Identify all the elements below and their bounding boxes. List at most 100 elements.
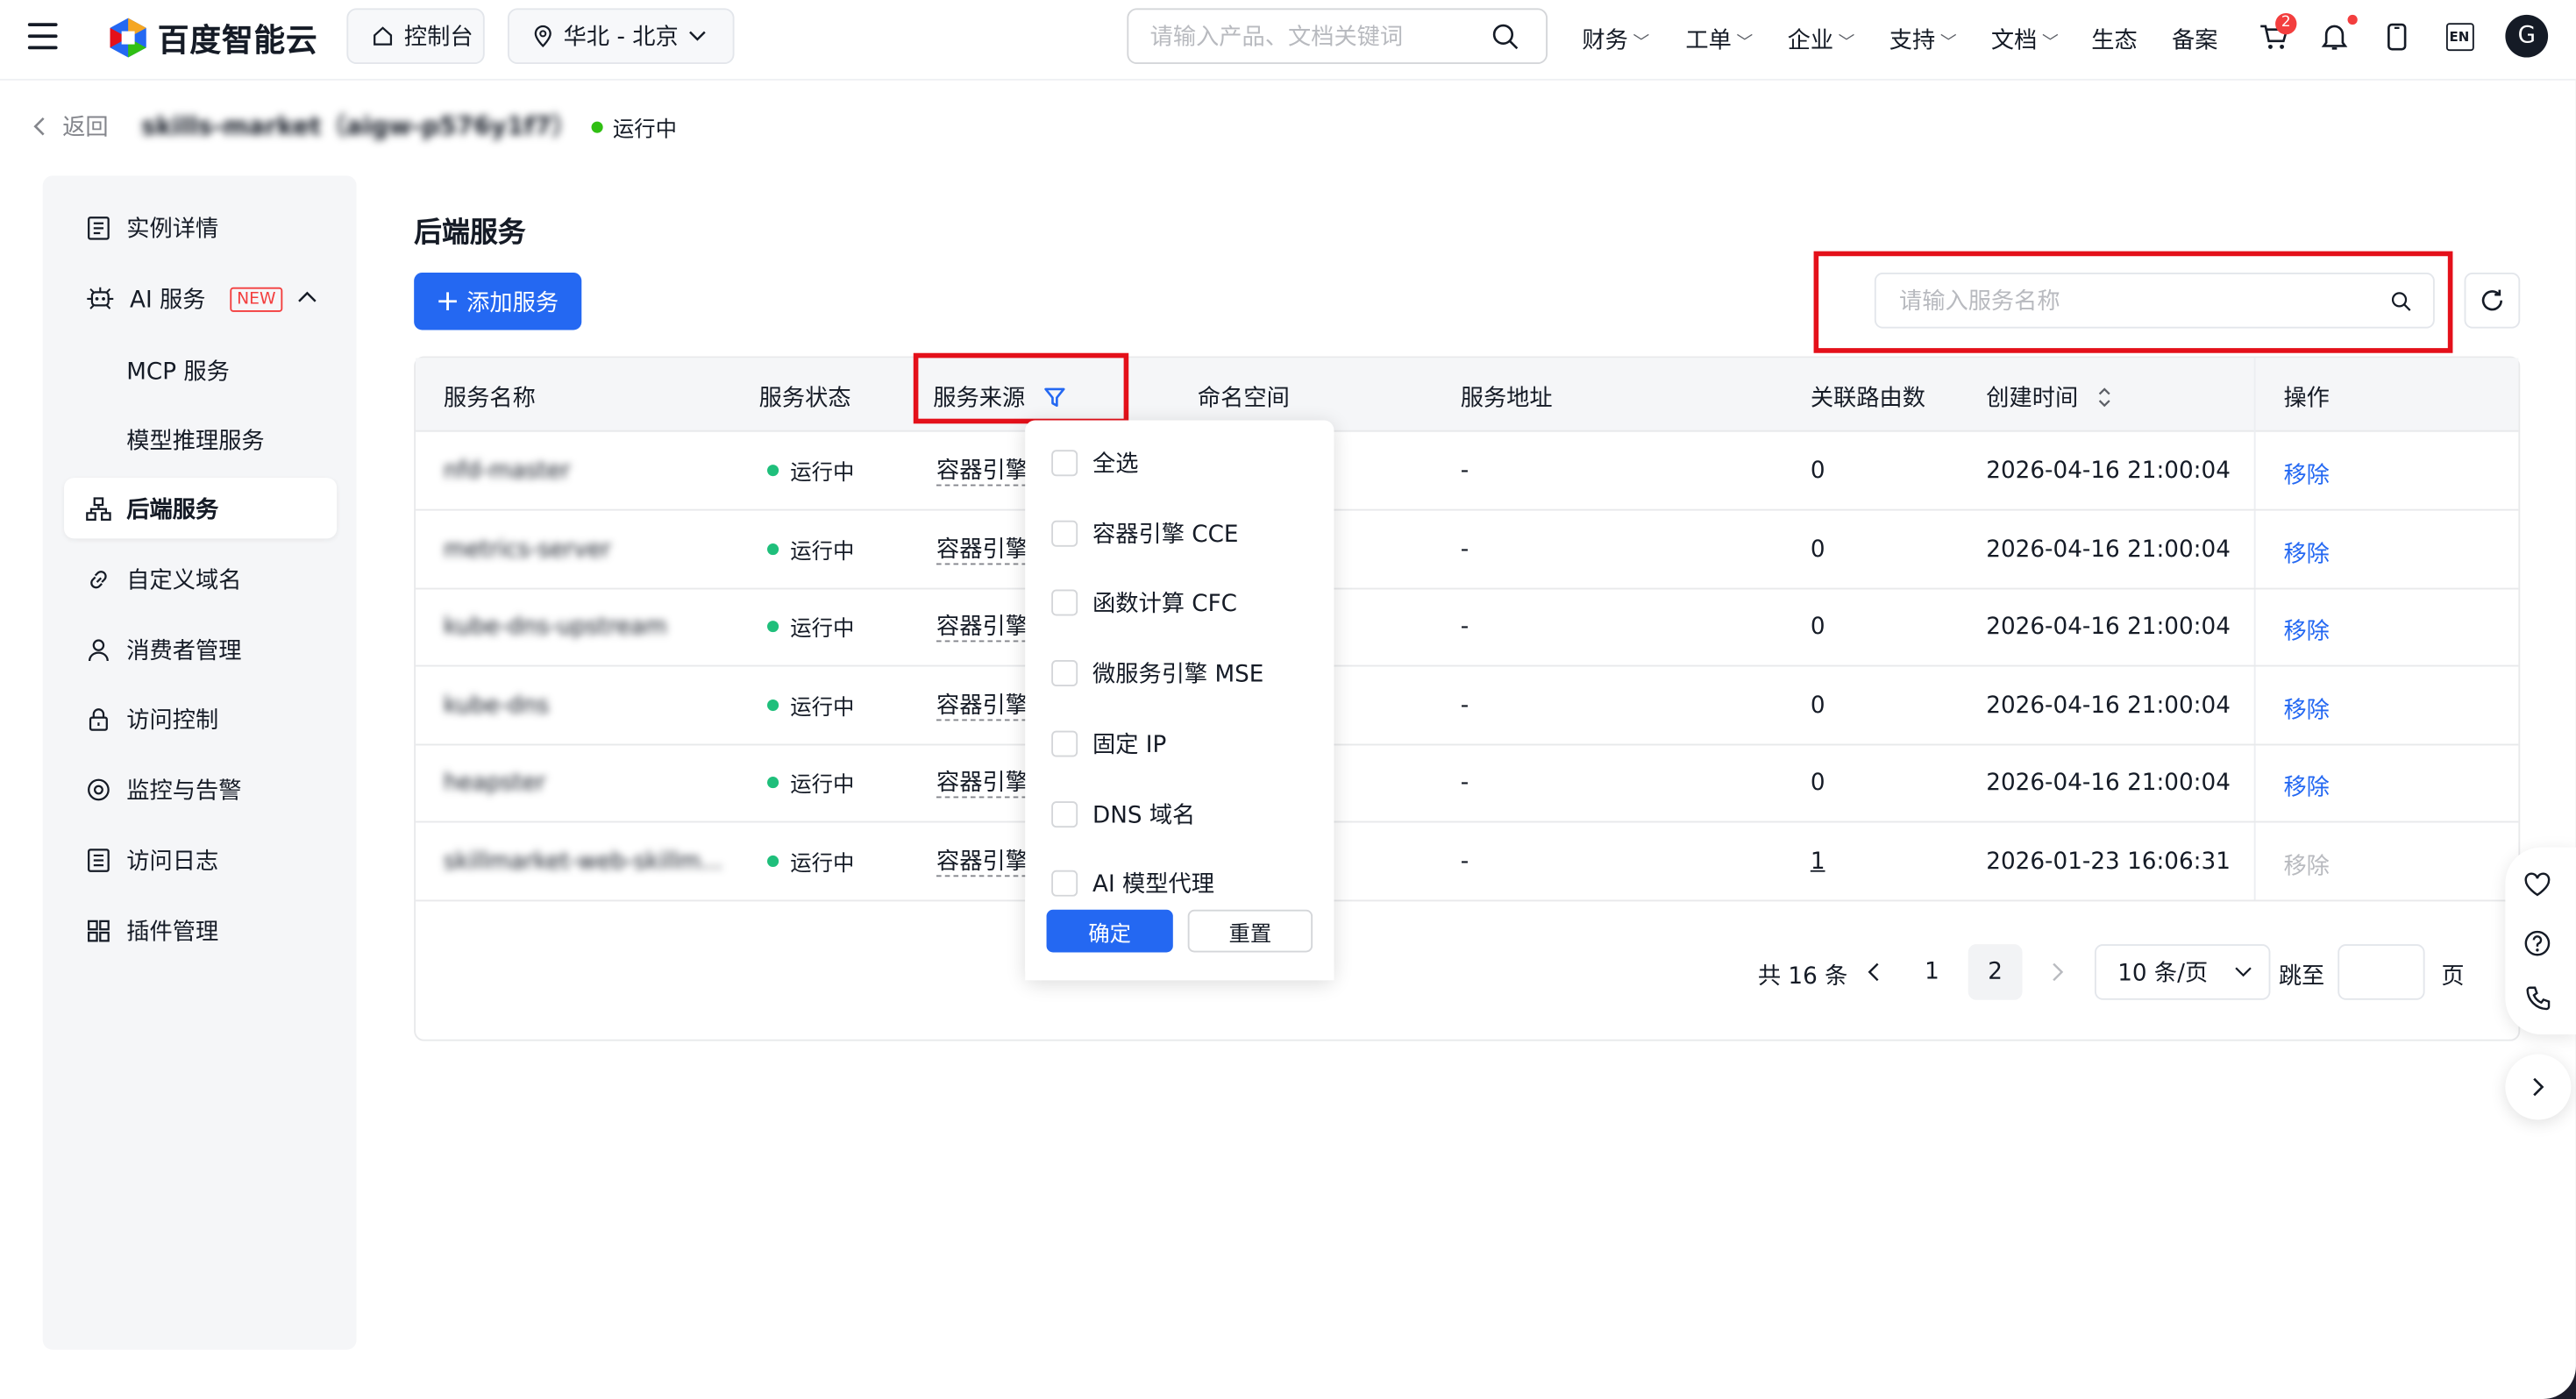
- nav-ticket[interactable]: 工单 ﹀: [1685, 23, 1753, 55]
- sidebar-item-monitoring[interactable]: 监控与告警: [85, 773, 241, 806]
- avatar[interactable]: G: [2505, 14, 2549, 58]
- page-size-select[interactable]: 10 条/页: [2094, 944, 2271, 1000]
- sidebar-item-plugin[interactable]: 插件管理: [85, 914, 218, 947]
- row-status-label: 运行中: [790, 852, 855, 877]
- chevron-up-icon[interactable]: [297, 291, 317, 304]
- region-selector[interactable]: 华北 - 北京: [507, 8, 735, 65]
- filter-option-cce[interactable]: 容器引擎 CCE: [1051, 517, 1239, 550]
- mobile-icon[interactable]: [2380, 19, 2413, 52]
- checkbox[interactable]: [1051, 801, 1078, 828]
- row-source[interactable]: 容器引擎 CCE: [936, 537, 1028, 565]
- filter-option-fixed-ip[interactable]: 固定 IP: [1051, 728, 1166, 760]
- row-status: 运行中: [767, 611, 854, 642]
- search-icon[interactable]: [1491, 23, 1519, 51]
- row-source[interactable]: 容器引擎 CCE: [936, 849, 1028, 877]
- row-service-name[interactable]: kube-dns: [444, 692, 549, 719]
- add-service-label: 添加服务: [466, 289, 559, 316]
- col-label: 服务名称: [443, 386, 536, 413]
- nav-support-label: 支持: [1889, 27, 1936, 54]
- row-service-name[interactable]: heapster: [444, 771, 545, 797]
- sidebar-item-access-control[interactable]: 访问控制: [85, 703, 218, 735]
- language-switch[interactable]: EN: [2443, 19, 2475, 52]
- sidebar-item-backend-service[interactable]: 后端服务: [85, 493, 218, 525]
- heart-icon[interactable]: [2523, 872, 2551, 898]
- remove-link[interactable]: 移除: [2283, 458, 2329, 491]
- col-created-time[interactable]: 创建时间: [1986, 381, 2112, 414]
- nav-filing[interactable]: 备案: [2172, 23, 2217, 55]
- row-address: -: [1460, 536, 1469, 564]
- row-status-label: 运行中: [790, 461, 855, 486]
- filter-option-mse[interactable]: 微服务引擎 MSE: [1051, 657, 1263, 689]
- filter-reset-button[interactable]: 重置: [1187, 909, 1313, 953]
- add-service-button[interactable]: 添加服务: [414, 272, 582, 330]
- page-2-button[interactable]: 2: [1968, 944, 2023, 1000]
- checkbox[interactable]: [1051, 450, 1078, 477]
- page-unit-label: 页: [2441, 963, 2465, 991]
- sidebar-item-model-inference[interactable]: 模型推理服务: [126, 423, 264, 456]
- new-tag: NEW: [230, 286, 282, 311]
- jump-page-input[interactable]: [2338, 944, 2425, 1000]
- checkbox[interactable]: [1051, 730, 1078, 757]
- nav-support[interactable]: 支持 ﹀: [1889, 23, 1957, 55]
- prev-page-icon[interactable]: [1867, 962, 1883, 982]
- bell-icon[interactable]: [2318, 19, 2351, 52]
- nav-finance[interactable]: 财务 ﹀: [1582, 23, 1649, 55]
- filter-confirm-button[interactable]: 确定: [1046, 909, 1173, 953]
- sidebar-item-ai-service[interactable]: AI 服务 NEW: [85, 282, 282, 315]
- row-address: -: [1460, 458, 1469, 485]
- brand-name[interactable]: 百度智能云: [158, 17, 318, 61]
- sidebar-item-instance-detail[interactable]: 实例详情: [85, 212, 218, 245]
- page-1-button[interactable]: 1: [1909, 944, 1954, 1000]
- next-page-icon[interactable]: [2049, 962, 2066, 982]
- filter-option-dns[interactable]: DNS 域名: [1051, 798, 1195, 830]
- phone-icon[interactable]: [2525, 985, 2551, 1012]
- console-page: 百度智能云 控制台 华北 - 北京 请输入产品、文档关键词 财务 ﹀ 工单 ﹀ 企业…: [0, 0, 2576, 1399]
- remove-link[interactable]: 移除: [2283, 537, 2329, 570]
- checkbox[interactable]: [1051, 870, 1078, 897]
- sort-icon[interactable]: [2096, 386, 2113, 408]
- remove-link[interactable]: 移除: [2283, 771, 2329, 803]
- menu-icon[interactable]: [27, 23, 58, 50]
- lock-icon: [89, 708, 108, 731]
- org-chart-icon: [86, 497, 111, 521]
- row-source[interactable]: 容器引擎 CCE: [936, 771, 1028, 799]
- sidebar-item-label: AI 服务: [130, 287, 206, 314]
- nav-ecosystem[interactable]: 生态: [2091, 23, 2137, 55]
- global-search-input[interactable]: 请输入产品、文档关键词: [1127, 8, 1548, 65]
- nav-enterprise[interactable]: 企业 ﹀: [1788, 23, 1855, 55]
- remove-link[interactable]: 移除: [2283, 692, 2329, 725]
- row-route-count: 0: [1810, 536, 1825, 564]
- refresh-button[interactable]: [2464, 272, 2521, 329]
- row-service-name[interactable]: metrics-server: [444, 537, 611, 564]
- filter-option-cfc[interactable]: 函数计算 CFC: [1051, 586, 1237, 619]
- global-search-placeholder: 请输入产品、文档关键词: [1149, 25, 1404, 52]
- sidebar-item-consumer[interactable]: 消费者管理: [85, 634, 241, 666]
- region-label: 华北 - 北京: [563, 25, 679, 52]
- expand-panel-button[interactable]: [2505, 1054, 2572, 1120]
- chevron-right-icon: [2533, 1077, 2544, 1097]
- checkbox[interactable]: [1051, 660, 1078, 686]
- checkbox[interactable]: [1051, 589, 1078, 616]
- console-label: 控制台: [403, 25, 473, 52]
- row-source[interactable]: 容器引擎 CCE: [936, 614, 1028, 643]
- sidebar-item-mcp-service[interactable]: MCP 服务: [126, 355, 230, 387]
- filter-option-ai-proxy[interactable]: AI 模型代理: [1051, 867, 1214, 899]
- row-service-name[interactable]: nfd-master: [444, 458, 570, 485]
- row-created-time: 2026-04-16 21:00:04: [1986, 770, 2231, 797]
- help-icon[interactable]: [2523, 929, 2551, 957]
- row-source[interactable]: 容器引擎 CCE: [936, 692, 1028, 721]
- console-button[interactable]: 控制台: [346, 8, 485, 65]
- monitor-icon: [88, 778, 110, 801]
- filter-option-all[interactable]: 全选: [1051, 447, 1138, 479]
- row-source[interactable]: 容器引擎 CCE: [936, 458, 1028, 486]
- nav-docs[interactable]: 文档 ﹀: [1991, 23, 2059, 55]
- back-link[interactable]: 返回: [32, 110, 109, 143]
- sidebar-item-custom-domain[interactable]: 自定义域名: [85, 564, 241, 596]
- row-service-name[interactable]: kube-dns-upstream: [444, 614, 667, 641]
- row-service-name[interactable]: skillmarket-web-skillm...: [444, 849, 722, 875]
- remove-link[interactable]: 移除: [2283, 614, 2329, 647]
- row-route-count[interactable]: 1: [1811, 849, 1825, 875]
- checkbox[interactable]: [1051, 520, 1078, 547]
- document-list-icon: [88, 217, 110, 240]
- sidebar-item-access-log[interactable]: 访问日志: [85, 844, 218, 877]
